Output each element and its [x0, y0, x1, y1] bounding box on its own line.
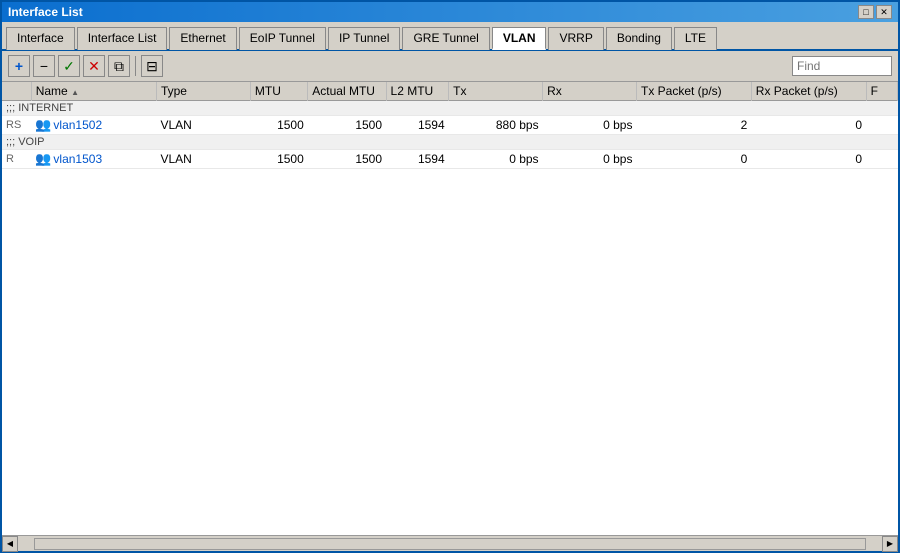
cell-type: VLAN	[156, 150, 250, 169]
col-header-l2mtu[interactable]: L2 MTU	[386, 82, 449, 101]
cell-flag: R	[2, 150, 31, 169]
cell-mtu: 1500	[250, 150, 307, 169]
cell-name: 👥vlan1503	[31, 150, 156, 169]
find-input[interactable]	[792, 56, 892, 76]
tab-vrrp[interactable]: VRRP	[548, 27, 603, 50]
col-header-rx-packet[interactable]: Rx Packet (p/s)	[751, 82, 866, 101]
window-controls: □ ✕	[858, 5, 892, 19]
cell-l2mtu: 1594	[386, 150, 449, 169]
find-box	[792, 56, 892, 76]
disable-button[interactable]: ✕	[83, 55, 105, 77]
toolbar-separator	[135, 56, 136, 76]
col-header-type[interactable]: Type	[156, 82, 250, 101]
table-body: ;;; INTERNETRS👥vlan1502VLAN1500150015948…	[2, 101, 898, 169]
tab-ethernet[interactable]: Ethernet	[169, 27, 236, 50]
group-row: ;;; VOIP	[2, 135, 898, 150]
close-button[interactable]: ✕	[876, 5, 892, 19]
vlan-icon: 👥	[35, 151, 51, 167]
remove-button[interactable]: −	[33, 55, 55, 77]
cell-type: VLAN	[156, 116, 250, 135]
tab-interface[interactable]: Interface	[6, 27, 75, 50]
minimize-button[interactable]: □	[858, 5, 874, 19]
cell-rx-packet: 0	[751, 150, 866, 169]
cell-tx: 880 bps	[449, 116, 543, 135]
iface-name: vlan1503	[53, 152, 102, 166]
iface-icon: 👥vlan1503	[35, 151, 102, 167]
tab-lte[interactable]: LTE	[674, 27, 717, 50]
title-bar: Interface List □ ✕	[2, 2, 898, 22]
cell-l2mtu: 1594	[386, 116, 449, 135]
col-header-mtu[interactable]: MTU	[250, 82, 307, 101]
toolbar: + − ✓ ✕ ⧉ ⊟	[2, 51, 898, 82]
enable-button[interactable]: ✓	[58, 55, 80, 77]
table-container: Name ▲ Type MTU Actual MTU L2 MTU Tx Rx …	[2, 82, 898, 535]
tab-ip-tunnel[interactable]: IP Tunnel	[328, 27, 400, 50]
main-window: Interface List □ ✕ Interface Interface L…	[0, 0, 900, 553]
interface-table: Name ▲ Type MTU Actual MTU L2 MTU Tx Rx …	[2, 82, 898, 169]
iface-icon: 👥vlan1502	[35, 117, 102, 133]
cell-actual-mtu: 1500	[308, 116, 386, 135]
cell-name: 👥vlan1502	[31, 116, 156, 135]
cell-f	[866, 150, 897, 169]
cell-actual-mtu: 1500	[308, 150, 386, 169]
col-header-rx[interactable]: Rx	[543, 82, 637, 101]
horizontal-scrollbar: ◀ ▶	[2, 535, 898, 551]
col-header-name[interactable]: Name ▲	[31, 82, 156, 101]
cell-mtu: 1500	[250, 116, 307, 135]
group-row: ;;; INTERNET	[2, 101, 898, 116]
scroll-right-button[interactable]: ▶	[882, 536, 898, 552]
cell-tx: 0 bps	[449, 150, 543, 169]
iface-name: vlan1502	[53, 118, 102, 132]
tab-bonding[interactable]: Bonding	[606, 27, 672, 50]
vlan-icon: 👥	[35, 117, 51, 133]
cell-tx-packet: 0	[636, 150, 751, 169]
cell-rx: 0 bps	[543, 116, 637, 135]
scroll-track[interactable]	[34, 538, 866, 550]
tabs-row: Interface Interface List Ethernet EoIP T…	[2, 22, 898, 51]
col-header-flag	[2, 82, 31, 101]
col-header-f[interactable]: F	[866, 82, 897, 101]
add-button[interactable]: +	[8, 55, 30, 77]
scroll-left-button[interactable]: ◀	[2, 536, 18, 552]
table-row[interactable]: RS👥vlan1502VLAN150015001594880 bps0 bps2…	[2, 116, 898, 135]
tab-interface-list[interactable]: Interface List	[77, 27, 168, 50]
tab-gre-tunnel[interactable]: GRE Tunnel	[402, 27, 489, 50]
copy-button[interactable]: ⧉	[108, 55, 130, 77]
cell-rx-packet: 0	[751, 116, 866, 135]
cell-tx-packet: 2	[636, 116, 751, 135]
col-header-tx[interactable]: Tx	[449, 82, 543, 101]
table-row[interactable]: R👥vlan1503VLAN1500150015940 bps0 bps00	[2, 150, 898, 169]
cell-flag: RS	[2, 116, 31, 135]
cell-f	[866, 116, 897, 135]
col-header-tx-packet[interactable]: Tx Packet (p/s)	[636, 82, 751, 101]
window-title: Interface List	[8, 5, 83, 19]
filter-button[interactable]: ⊟	[141, 55, 163, 77]
tab-eoip-tunnel[interactable]: EoIP Tunnel	[239, 27, 326, 50]
col-header-actual-mtu[interactable]: Actual MTU	[308, 82, 386, 101]
sort-arrow-name: ▲	[71, 88, 79, 97]
tab-vlan[interactable]: VLAN	[492, 27, 547, 50]
cell-rx: 0 bps	[543, 150, 637, 169]
table-header-row: Name ▲ Type MTU Actual MTU L2 MTU Tx Rx …	[2, 82, 898, 101]
